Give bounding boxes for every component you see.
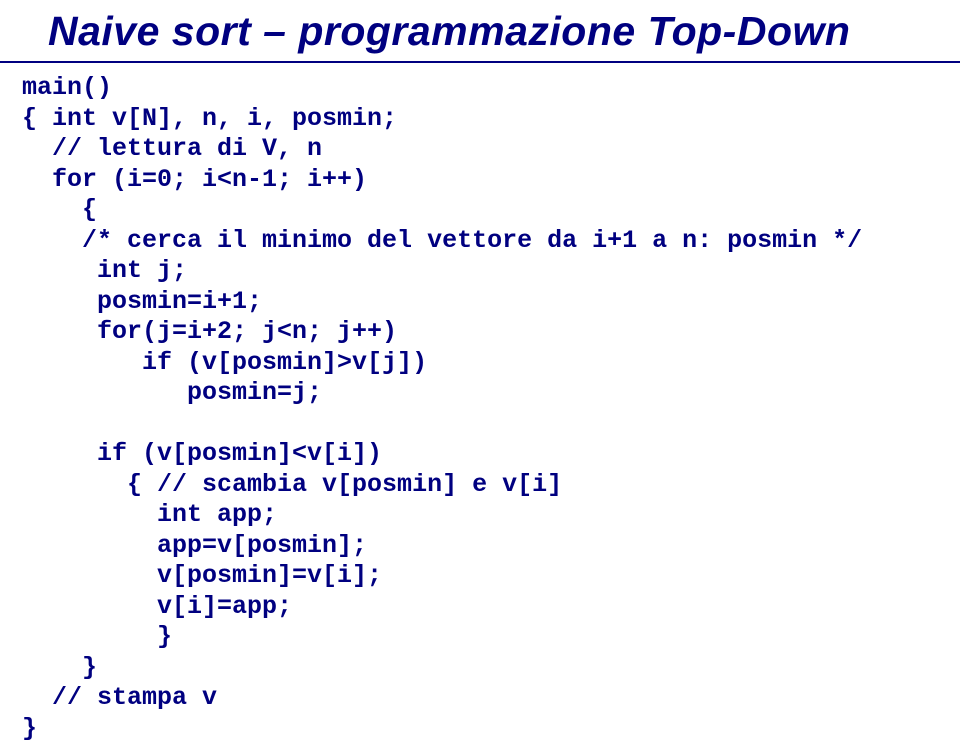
code-block: main() { int v[N], n, i, posmin; // lett… (0, 63, 960, 744)
title-container: Naive sort – programmazione Top-Down (0, 0, 960, 55)
slide-title: Naive sort – programmazione Top-Down (48, 8, 960, 55)
